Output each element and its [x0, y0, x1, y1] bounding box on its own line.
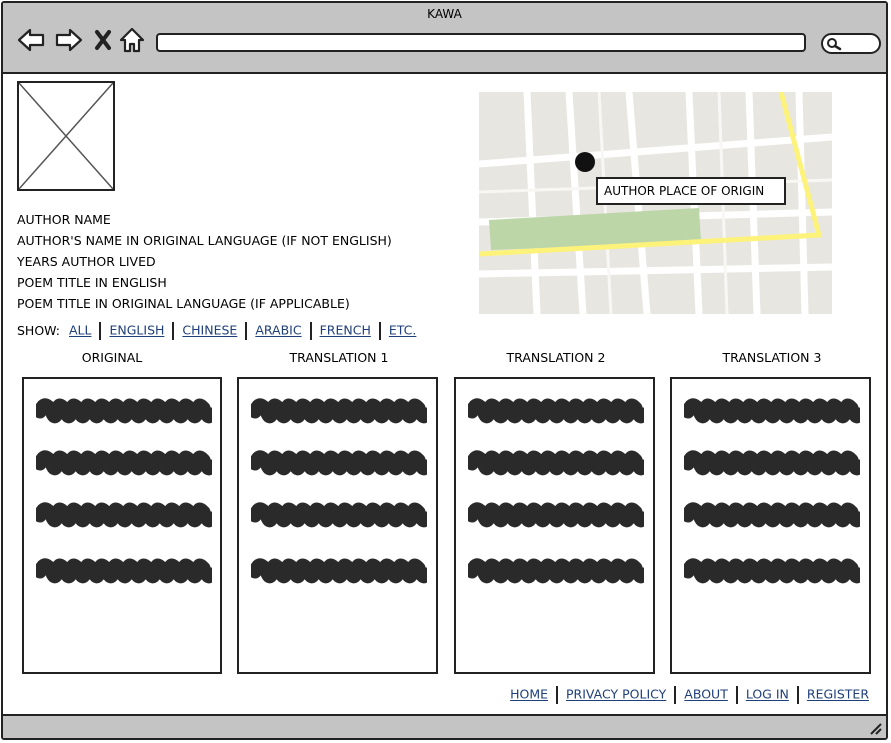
- scribble-line: [468, 558, 644, 584]
- scribble-line: [684, 502, 860, 528]
- home-button[interactable]: [117, 25, 147, 55]
- divider: [674, 686, 677, 704]
- author-years: YEARS AUTHOR LIVED: [17, 254, 156, 269]
- arrow-left-icon: [17, 28, 45, 52]
- divider: [245, 322, 248, 340]
- arrow-right-icon: [55, 28, 83, 52]
- filter-french[interactable]: FRENCH: [320, 323, 371, 338]
- poem-panel-translation-3: [670, 377, 871, 674]
- footer-home-link[interactable]: HOME: [510, 687, 548, 702]
- resize-grip-icon[interactable]: [868, 721, 882, 735]
- map-callout: AUTHOR PLACE OF ORIGIN: [596, 177, 786, 205]
- scribble-line: [684, 558, 860, 584]
- poem-panel-translation-1: [237, 377, 438, 674]
- scribble-line: [36, 558, 212, 584]
- scribble-line: [36, 398, 212, 424]
- divider: [556, 686, 559, 704]
- search-icon: [827, 38, 842, 51]
- divider: [99, 322, 102, 340]
- back-button[interactable]: [16, 25, 46, 55]
- status-bar: [3, 714, 886, 738]
- scribble-line: [251, 558, 427, 584]
- footer-privacy-link[interactable]: PRIVACY POLICY: [566, 687, 666, 702]
- divider: [309, 322, 312, 340]
- window-title: KAWA: [427, 7, 462, 21]
- placeholder-text-scribble: [36, 398, 212, 584]
- scribble-line: [251, 450, 427, 476]
- forward-button[interactable]: [54, 25, 84, 55]
- scribble-line: [684, 450, 860, 476]
- divider: [172, 322, 175, 340]
- scribble-line: [36, 502, 212, 528]
- filter-all[interactable]: ALL: [69, 323, 91, 338]
- url-input[interactable]: [156, 33, 806, 52]
- author-name-original: AUTHOR'S NAME IN ORIGINAL LANGUAGE (IF N…: [17, 233, 392, 248]
- browser-window: KAWA AUTHOR NAME AUTHOR'S NAME IN ORIGIN…: [1, 1, 888, 740]
- column-title-translation-3: TRANSLATION 3: [722, 350, 822, 365]
- search-input[interactable]: [821, 33, 881, 54]
- divider: [378, 322, 381, 340]
- filter-english[interactable]: ENGLISH: [109, 323, 164, 338]
- scribble-line: [684, 398, 860, 424]
- scribble-line: [468, 398, 644, 424]
- language-filter: SHOW: ALL ENGLISH CHINESE ARABIC FRENCH ETC.: [17, 322, 416, 340]
- placeholder-text-scribble: [251, 398, 427, 584]
- column-title-original: ORIGINAL: [81, 350, 143, 365]
- scribble-line: [251, 398, 427, 424]
- poem-title-original: POEM TITLE IN ORIGINAL LANGUAGE (IF APPL…: [17, 296, 350, 311]
- show-label: SHOW:: [17, 322, 61, 338]
- scribble-line: [251, 502, 427, 528]
- divider: [735, 686, 738, 704]
- placeholder-text-scribble: [468, 398, 644, 584]
- filter-chinese[interactable]: CHINESE: [182, 323, 237, 338]
- column-title-translation-2: TRANSLATION 2: [506, 350, 606, 365]
- divider: [796, 686, 799, 704]
- footer-login-link[interactable]: LOG IN: [746, 687, 789, 702]
- poem-panel-translation-2: [454, 377, 655, 674]
- scribble-line: [468, 450, 644, 476]
- author-name: AUTHOR NAME: [17, 212, 111, 227]
- filter-etc[interactable]: ETC.: [389, 323, 417, 338]
- author-image-placeholder: [17, 81, 115, 191]
- placeholder-text-scribble: [684, 398, 860, 584]
- browser-toolbar: KAWA: [3, 3, 886, 74]
- filter-arabic[interactable]: ARABIC: [255, 323, 301, 338]
- poem-title-english: POEM TITLE IN ENGLISH: [17, 275, 167, 290]
- home-icon: [119, 27, 145, 53]
- image-placeholder-icon: [18, 82, 114, 190]
- footer-about-link[interactable]: ABOUT: [684, 687, 728, 702]
- column-title-translation-1: TRANSLATION 1: [289, 350, 389, 365]
- scribble-line: [468, 502, 644, 528]
- scribble-line: [36, 450, 212, 476]
- footer-nav: HOME PRIVACY POLICY ABOUT LOG IN REGISTER: [510, 686, 869, 704]
- author-info: AUTHOR NAME AUTHOR'S NAME IN ORIGINAL LA…: [17, 209, 392, 314]
- poem-panel-original: [22, 377, 222, 674]
- footer-register-link[interactable]: REGISTER: [807, 687, 869, 702]
- map-pin-icon[interactable]: [575, 152, 595, 172]
- page-content: AUTHOR NAME AUTHOR'S NAME IN ORIGINAL LA…: [3, 74, 886, 717]
